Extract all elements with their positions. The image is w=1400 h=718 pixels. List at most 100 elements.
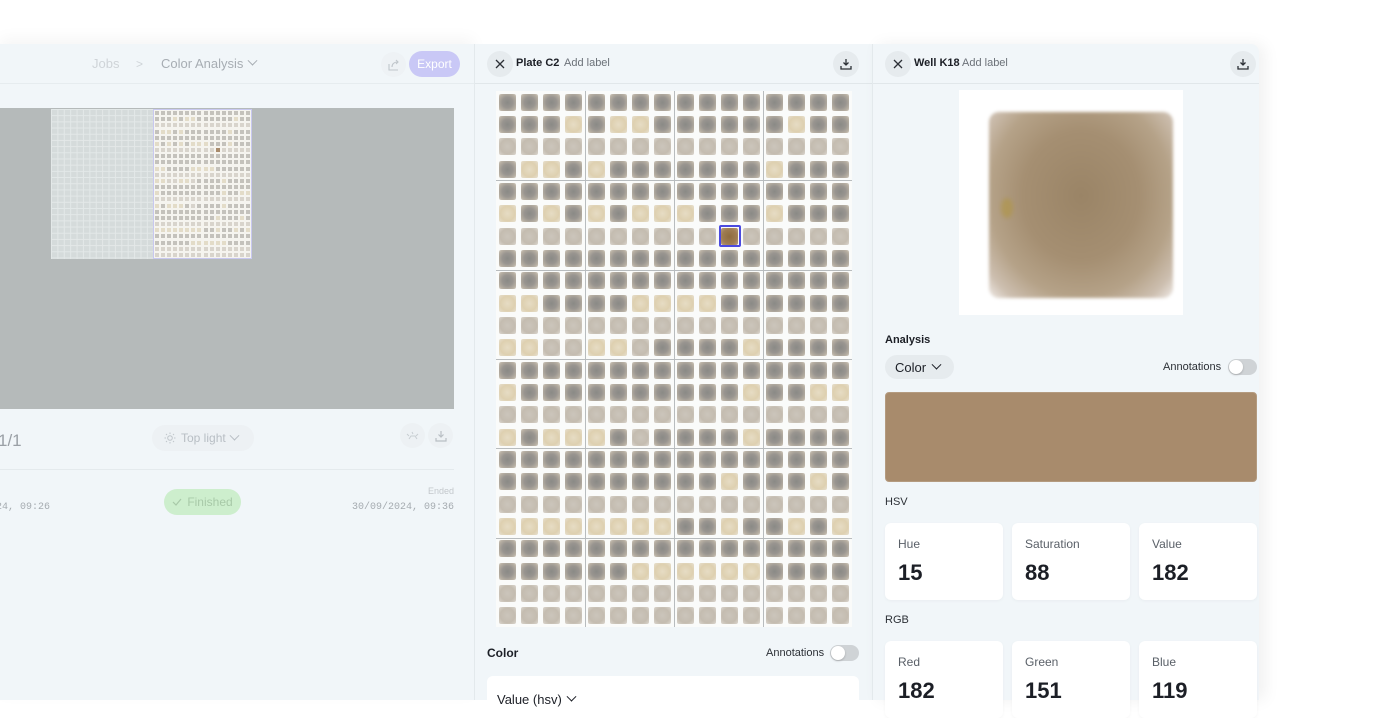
- well-O2[interactable]: [810, 116, 828, 133]
- well-E12[interactable]: [587, 339, 605, 357]
- plate-add-label[interactable]: Add label: [564, 57, 610, 69]
- well-B15[interactable]: [520, 406, 538, 424]
- well-K16[interactable]: [721, 428, 739, 446]
- well-N14[interactable]: [787, 384, 805, 401]
- well-G12[interactable]: [632, 339, 650, 357]
- well-D10[interactable]: [565, 294, 583, 312]
- well-O23[interactable]: [810, 585, 828, 602]
- well-B18[interactable]: [520, 473, 538, 491]
- well-N24[interactable]: [787, 607, 805, 625]
- well-F18[interactable]: [609, 473, 627, 491]
- well-O5[interactable]: [810, 183, 828, 200]
- well-E2[interactable]: [587, 116, 605, 133]
- well-L22[interactable]: [743, 562, 761, 580]
- well-H11[interactable]: [654, 317, 672, 334]
- well-E17[interactable]: [587, 451, 605, 468]
- well-B20[interactable]: [520, 518, 538, 535]
- well-L20[interactable]: [743, 518, 761, 535]
- well-M7[interactable]: [765, 227, 783, 245]
- well-O22[interactable]: [810, 562, 828, 580]
- well-A24[interactable]: [498, 607, 516, 625]
- well-L4[interactable]: [743, 160, 761, 178]
- well-I5[interactable]: [676, 183, 694, 200]
- well-A13[interactable]: [498, 361, 516, 379]
- share-button[interactable]: [381, 52, 406, 77]
- well-O8[interactable]: [810, 250, 828, 267]
- well-I2[interactable]: [676, 116, 694, 133]
- well-D12[interactable]: [565, 339, 583, 357]
- well-H18[interactable]: [654, 473, 672, 491]
- well-L21[interactable]: [743, 540, 761, 558]
- well-J5[interactable]: [698, 183, 716, 200]
- well-E24[interactable]: [587, 607, 605, 625]
- well-N6[interactable]: [787, 205, 805, 223]
- well-E8[interactable]: [587, 250, 605, 267]
- well-K3[interactable]: [721, 138, 739, 156]
- well-K9[interactable]: [721, 272, 739, 290]
- well-C23[interactable]: [543, 585, 561, 602]
- well-J18[interactable]: [698, 473, 716, 491]
- well-C19[interactable]: [543, 495, 561, 513]
- well-O1[interactable]: [810, 93, 828, 111]
- well-M13[interactable]: [765, 361, 783, 379]
- well-M22[interactable]: [765, 562, 783, 580]
- well-P6[interactable]: [832, 205, 850, 223]
- well-N11[interactable]: [787, 317, 805, 334]
- well-C21[interactable]: [543, 540, 561, 558]
- well-M15[interactable]: [765, 406, 783, 424]
- well-H22[interactable]: [654, 562, 672, 580]
- well-E5[interactable]: [587, 183, 605, 200]
- well-F3[interactable]: [609, 138, 627, 156]
- well-B21[interactable]: [520, 540, 538, 558]
- well-F1[interactable]: [609, 93, 627, 111]
- well-B17[interactable]: [520, 451, 538, 468]
- well-D2[interactable]: [565, 116, 583, 133]
- well-E23[interactable]: [587, 585, 605, 602]
- well-P13[interactable]: [832, 361, 850, 379]
- well-A18[interactable]: [498, 473, 516, 491]
- well-M4[interactable]: [765, 160, 783, 178]
- download-image-button[interactable]: [428, 423, 453, 448]
- well-J4[interactable]: [698, 160, 716, 178]
- well-E22[interactable]: [587, 562, 605, 580]
- well-F16[interactable]: [609, 428, 627, 446]
- well-P24[interactable]: [832, 607, 850, 625]
- well-O11[interactable]: [810, 317, 828, 334]
- well-P16[interactable]: [832, 428, 850, 446]
- well-J24[interactable]: [698, 607, 716, 625]
- well-D11[interactable]: [565, 317, 583, 334]
- well-K22[interactable]: [721, 562, 739, 580]
- well-H8[interactable]: [654, 250, 672, 267]
- well-H19[interactable]: [654, 495, 672, 513]
- well-K5[interactable]: [721, 183, 739, 200]
- well-E6[interactable]: [587, 205, 605, 223]
- well-C17[interactable]: [543, 451, 561, 468]
- well-A11[interactable]: [498, 317, 516, 334]
- well-L11[interactable]: [743, 317, 761, 334]
- well-O3[interactable]: [810, 138, 828, 156]
- well-P11[interactable]: [832, 317, 850, 334]
- well-I7[interactable]: [676, 227, 694, 245]
- well-D16[interactable]: [565, 428, 583, 446]
- well-I20[interactable]: [676, 518, 694, 535]
- well-A19[interactable]: [498, 495, 516, 513]
- well-K2[interactable]: [721, 116, 739, 133]
- well-A23[interactable]: [498, 585, 516, 602]
- well-D5[interactable]: [565, 183, 583, 200]
- well-P23[interactable]: [832, 585, 850, 602]
- plate-thumbnail-c1[interactable]: [51, 109, 153, 259]
- well-N15[interactable]: [787, 406, 805, 424]
- well-N2[interactable]: [787, 116, 805, 133]
- well-J8[interactable]: [698, 250, 716, 267]
- well-G13[interactable]: [632, 361, 650, 379]
- well-G1[interactable]: [632, 93, 650, 111]
- well-F9[interactable]: [609, 272, 627, 290]
- well-K13[interactable]: [721, 361, 739, 379]
- well-L8[interactable]: [743, 250, 761, 267]
- well-F7[interactable]: [609, 227, 627, 245]
- well-N21[interactable]: [787, 540, 805, 558]
- well-P20[interactable]: [832, 518, 850, 535]
- well-L7[interactable]: [743, 227, 761, 245]
- well-J6[interactable]: [698, 205, 716, 223]
- well-N17[interactable]: [787, 451, 805, 468]
